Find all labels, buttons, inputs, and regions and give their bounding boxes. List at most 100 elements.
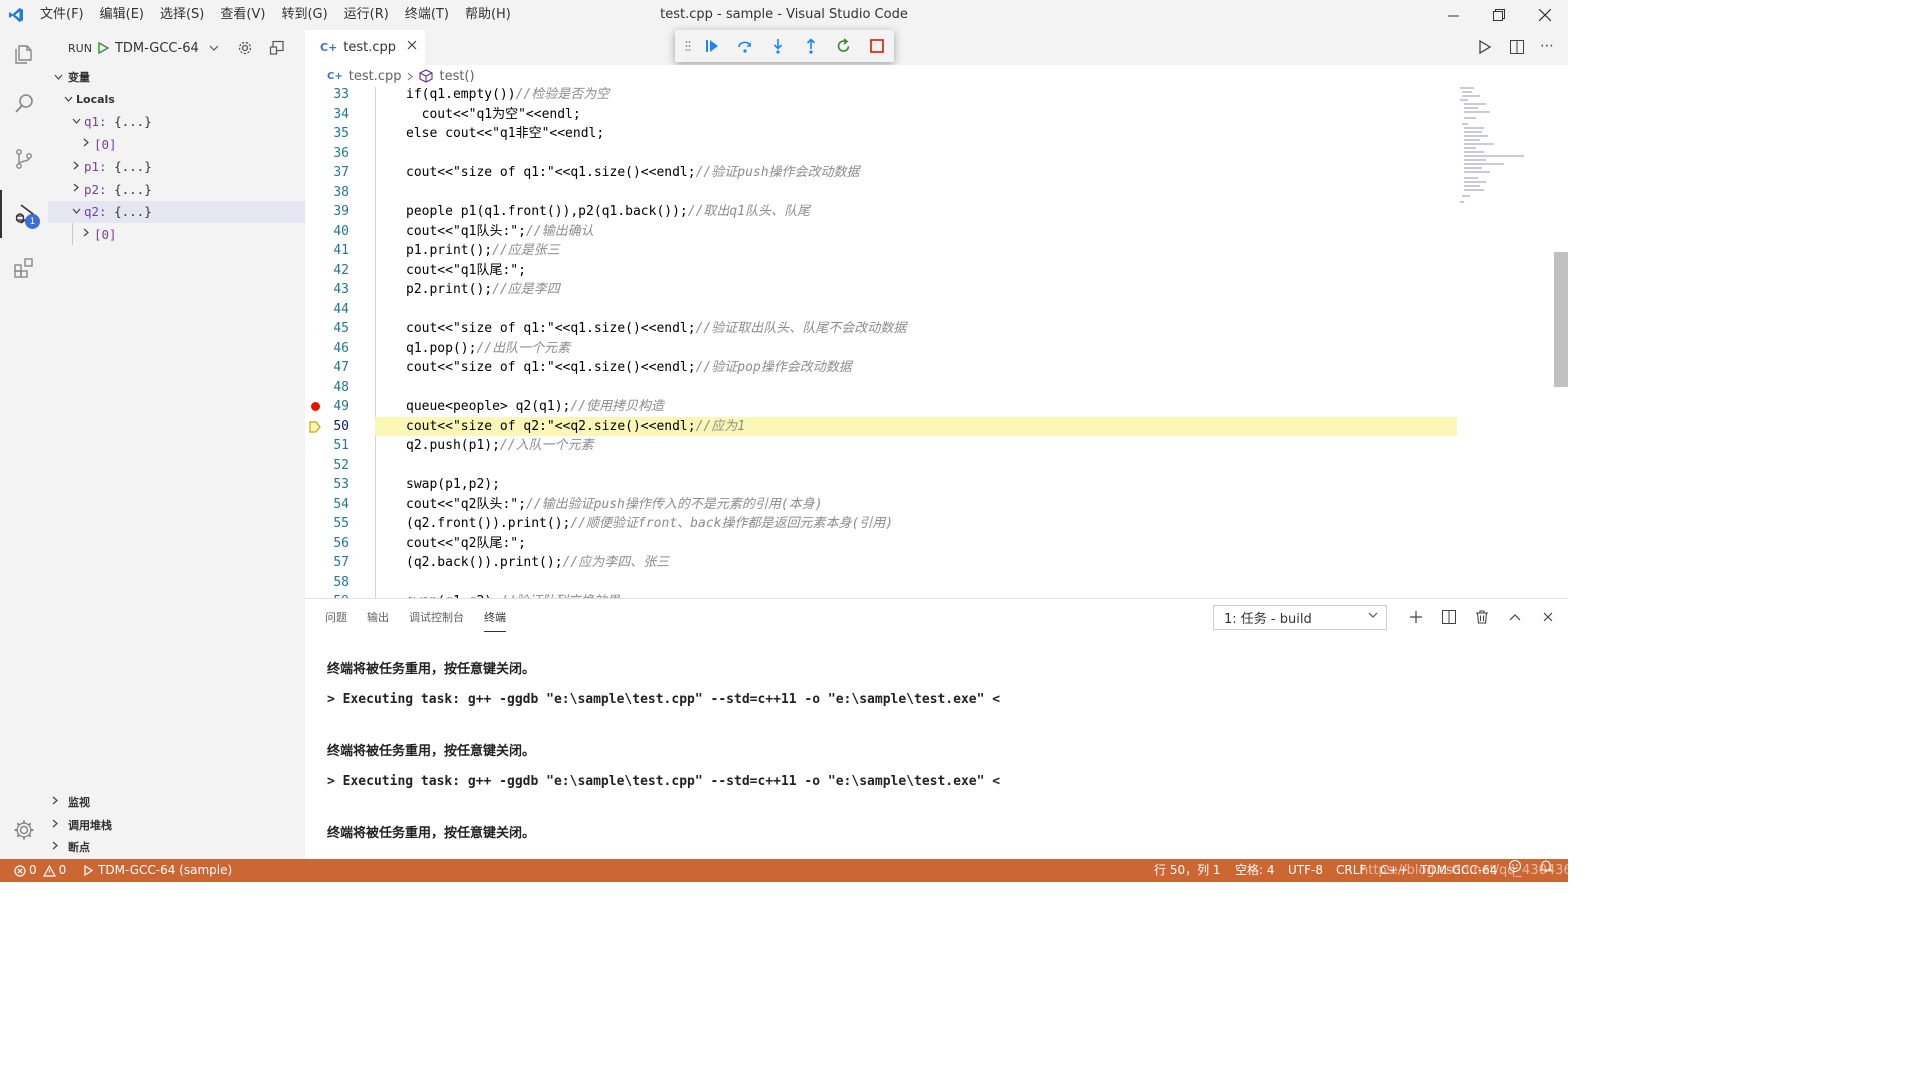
menu-help[interactable]: 帮助(H)	[457, 0, 519, 30]
close-panel-icon[interactable]	[1531, 607, 1564, 627]
line-number[interactable]: 43	[305, 280, 349, 300]
watch-section-header[interactable]: 监视	[48, 791, 305, 813]
debug-config-status[interactable]: TDM-GCC-64 (sample)	[84, 859, 232, 882]
stop-icon[interactable]	[860, 30, 893, 62]
variable-value: {...}	[114, 204, 152, 220]
line-number[interactable]: 52	[305, 456, 349, 476]
split-editor-icon[interactable]	[1510, 40, 1524, 54]
line-number[interactable]: 47	[305, 358, 349, 378]
line-number[interactable]: 46	[305, 339, 349, 359]
cursor-position[interactable]: 行 50，列 1	[1154, 859, 1221, 882]
line-number[interactable]: 38	[305, 183, 349, 203]
terminal-select-value: 1: 任务 - build	[1224, 612, 1312, 627]
tab-debug-console[interactable]: 调试控制台	[409, 609, 464, 632]
line-number[interactable]: 41	[305, 241, 349, 261]
run-file-icon[interactable]	[1478, 40, 1492, 54]
tab-output[interactable]: 输出	[367, 609, 389, 632]
code-comment: //应是张三	[492, 243, 560, 258]
locals-scope[interactable]: Locals	[48, 88, 305, 111]
breakpoints-section-header[interactable]: 断点	[48, 836, 305, 858]
menu-file[interactable]: 文件(F)	[32, 0, 92, 30]
code-line: q1.pop();//出队一个元素	[406, 339, 570, 359]
line-number[interactable]: 56	[305, 534, 349, 554]
line-number[interactable]: 58	[305, 573, 349, 593]
debug-console-icon[interactable]	[269, 40, 285, 56]
maximize-panel-icon[interactable]	[1498, 607, 1531, 627]
continue-icon[interactable]	[695, 30, 728, 62]
close-window-icon[interactable]	[1522, 0, 1568, 30]
line-number[interactable]: 44	[305, 300, 349, 320]
restore-icon[interactable]	[1476, 0, 1522, 30]
menu-go[interactable]: 转到(G)	[273, 0, 335, 30]
open-launch-json-icon[interactable]	[237, 40, 253, 56]
explorer-icon[interactable]	[0, 30, 48, 78]
watermark: https://blog.csdn.net/qq_43043614	[1360, 863, 1589, 878]
variable-row[interactable]: q2: {...}	[48, 200, 305, 223]
line-number[interactable]: 40	[305, 222, 349, 242]
line-number[interactable]: 57	[305, 553, 349, 573]
debug-config-select[interactable]: TDM-GCC-64	[115, 41, 219, 56]
play-icon	[84, 865, 93, 876]
search-icon[interactable]	[0, 80, 48, 128]
drag-handle-icon[interactable]	[681, 30, 695, 62]
minimap[interactable]	[1460, 87, 1540, 207]
restart-icon[interactable]	[827, 30, 860, 62]
run-debug-icon[interactable]: 1	[0, 190, 48, 238]
trash-icon[interactable]	[1465, 607, 1498, 627]
line-number[interactable]: 54	[305, 495, 349, 515]
breadcrumb-file[interactable]: test.cpp	[349, 69, 402, 84]
line-number[interactable]: 45	[305, 319, 349, 339]
line-number[interactable]: 48	[305, 378, 349, 398]
menu-view[interactable]: 查看(V)	[212, 0, 273, 30]
settings-gear-icon[interactable]	[0, 806, 48, 854]
menu-edit[interactable]: 编辑(E)	[92, 0, 152, 30]
split-terminal-icon[interactable]	[1432, 607, 1465, 627]
terminal-line: 终端将被任务重用，按任意键关闭。	[327, 744, 536, 759]
line-number[interactable]: 34	[305, 105, 349, 125]
variable-row[interactable]: [0]	[48, 133, 305, 156]
line-number[interactable]: 51	[305, 436, 349, 456]
callstack-section-header[interactable]: 调用堆栈	[48, 814, 305, 836]
tab-problems[interactable]: 问题	[325, 609, 347, 632]
menu-run[interactable]: 运行(R)	[336, 0, 397, 30]
line-number[interactable]: 42	[305, 261, 349, 281]
variables-section-header[interactable]: 变量	[48, 66, 305, 88]
tab-terminal[interactable]: 终端	[484, 609, 506, 632]
extensions-icon[interactable]	[0, 244, 48, 292]
code-line: q2.push(p1);//入队一个元素	[406, 436, 594, 456]
line-number[interactable]: 35	[305, 124, 349, 144]
variable-row[interactable]: [0]	[48, 223, 305, 246]
variable-row[interactable]: q1: {...}	[48, 111, 305, 134]
line-number[interactable]: 37	[305, 163, 349, 183]
step-out-icon[interactable]	[794, 30, 827, 62]
menu-selection[interactable]: 选择(S)	[152, 0, 212, 30]
code-editor[interactable]: 33 if(q1.empty())//检验是否为空 34 cout<<"q1为空"<…	[305, 87, 1568, 598]
error-count: 0	[29, 863, 37, 877]
line-number[interactable]: 39	[305, 202, 349, 222]
variable-name: q2:	[84, 204, 107, 220]
variable-row[interactable]: p1: {...}	[48, 156, 305, 179]
editor-scrollbar[interactable]	[1554, 252, 1568, 387]
line-number[interactable]: 53	[305, 475, 349, 495]
breakpoint-icon[interactable]	[311, 402, 320, 411]
terminal-line: 终端将被任务重用，按任意键关闭。	[327, 826, 536, 841]
source-control-icon[interactable]	[0, 135, 48, 183]
line-number[interactable]: 55	[305, 514, 349, 534]
menu-terminal[interactable]: 终端(T)	[397, 0, 457, 30]
encoding[interactable]: UTF-8	[1288, 859, 1323, 882]
tab-test-cpp[interactable]: C+ test.cpp	[305, 30, 425, 65]
terminal-select[interactable]: 1: 任务 - build	[1213, 605, 1387, 630]
indentation[interactable]: 空格: 4	[1235, 859, 1275, 882]
new-terminal-icon[interactable]	[1399, 607, 1432, 627]
start-debugging-icon[interactable]	[98, 42, 109, 54]
close-tab-icon[interactable]	[407, 39, 417, 54]
line-number[interactable]: 36	[305, 144, 349, 164]
breadcrumb-symbol[interactable]: test()	[439, 69, 474, 84]
step-over-icon[interactable]	[728, 30, 761, 62]
step-into-icon[interactable]	[761, 30, 794, 62]
variable-row[interactable]: p2: {...}	[48, 178, 305, 201]
more-actions-icon[interactable]: ⋯	[1540, 38, 1554, 54]
minimize-icon[interactable]	[1430, 0, 1476, 30]
problems-indicator[interactable]: 0 0	[14, 859, 66, 882]
line-number[interactable]: 33	[305, 87, 349, 105]
